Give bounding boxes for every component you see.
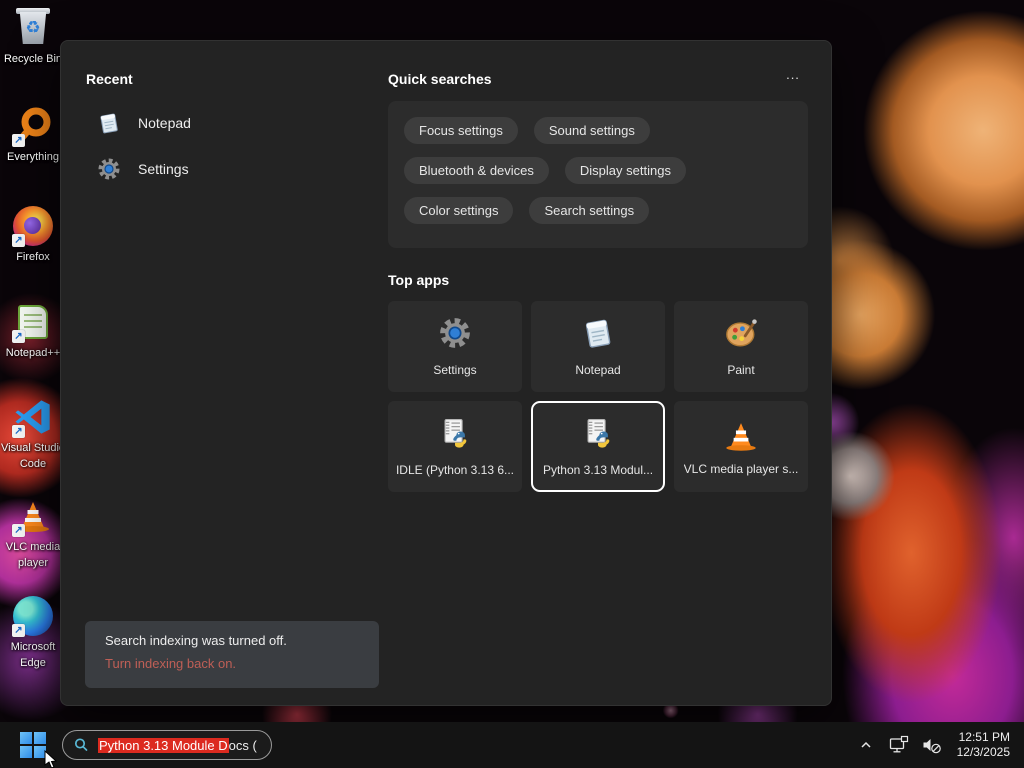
desktop-icon-visual-studio-code[interactable]: ↗ Visual Studio Code [1,395,66,471]
recent-item-notepad[interactable]: Notepad [77,103,377,143]
desktop-icon-label: Edge [20,657,46,669]
desktop-icon-label: player [18,557,48,569]
top-app-tile-idle-python[interactable]: IDLE (Python 3.13 6... [388,401,522,492]
python-document-icon [581,416,615,455]
desktop-icon-edge[interactable]: ↗ Microsoft Edge [2,594,64,670]
tray-volume-muted-icon[interactable] [920,729,944,761]
recent-item-label: Settings [138,161,189,177]
desktop-icon-everything[interactable]: ↗ Everything [2,104,64,164]
top-app-label: Settings [433,363,477,377]
screen: ♻ Recycle Bin ↗ Everything ↗ Firefox ↗ N… [0,0,1024,768]
shortcut-arrow-icon: ↗ [12,524,25,537]
top-app-tile-settings[interactable]: Settings [388,301,522,392]
top-app-label: Notepad [575,363,621,377]
desktop-icon-notepad-plus-plus[interactable]: ↗ Notepad++ [2,300,64,360]
everything-search-icon: ↗ [11,104,55,148]
quick-search-pill[interactable]: Search settings [529,197,650,224]
recent-item-label: Notepad [138,115,191,131]
quick-search-pill[interactable]: Bluetooth & devices [404,157,549,184]
quick-search-pill[interactable]: Focus settings [404,117,518,144]
system-tray: 12:51 PM 12/3/2025 [854,728,1024,762]
quick-searches-card: Focus settings Sound settings Bluetooth … [388,101,808,248]
top-app-label: Paint [727,363,755,377]
quick-search-pill[interactable]: Display settings [564,157,686,184]
tray-chevron-up-icon[interactable] [854,729,878,761]
quick-searches-title: Quick searches [388,71,492,87]
tray-display-hardware-icon[interactable] [887,729,911,761]
search-indexing-notice: Search indexing was turned off. Turn ind… [85,621,379,688]
taskbar: Python 3.13 Module Docs (12:51 PM 12/3/… [0,722,1024,768]
tray-time: 12:51 PM [958,730,1010,744]
top-app-tile-notepad[interactable]: Notepad [531,301,665,392]
search-text-rest: ocs ( [228,737,257,753]
settings-gear-icon [438,316,472,355]
desktop-icon-label: Recycle Bin [3,53,63,65]
top-app-label: VLC media player s... [683,461,799,476]
edge-icon: ↗ [11,594,55,638]
top-app-tile-python-module-docs[interactable]: Python 3.13 Modul... [531,401,665,492]
top-app-tile-vlc[interactable]: VLC media player s... [674,401,808,492]
vlc-cone-icon: ↗ [11,494,55,538]
settings-gear-icon [96,156,122,182]
desktop-icon-label: Visual Studio [1,442,66,454]
desktop-icon-recycle-bin[interactable]: ♻ Recycle Bin [2,6,64,66]
top-apps-title: Top apps [388,272,450,288]
taskbar-search-box[interactable]: Python 3.13 Module Docs ( [62,730,272,760]
desktop-icon-label: Microsoft [10,641,56,653]
notepad-plus-plus-icon: ↗ [11,300,55,344]
vscode-icon: ↗ [11,395,55,439]
desktop-icon-label: Code [19,458,47,470]
desktop-icon-vlc[interactable]: ↗ VLC media player [2,494,64,570]
desktop-icon-label: VLC media [5,541,61,553]
search-flyout-panel: Recent Notepad Settings Quick searches .… [60,40,832,706]
firefox-icon: ↗ [11,204,55,248]
desktop-icon-label: Firefox [16,251,50,263]
shortcut-arrow-icon: ↗ [12,624,25,637]
recent-item-settings[interactable]: Settings [77,149,377,189]
paint-palette-icon [724,316,758,355]
search-input-text[interactable]: Python 3.13 Module Docs ( [98,737,257,753]
windows-logo-icon [20,732,46,758]
vlc-cone-icon [725,419,756,452]
search-icon [73,737,89,753]
quick-searches-more-button[interactable]: ... [779,67,807,87]
tray-date: 12/3/2025 [956,745,1010,759]
tray-clock[interactable]: 12:51 PM 12/3/2025 [953,728,1014,762]
recycle-bin-icon: ♻ [11,6,55,50]
python-document-icon [438,416,472,455]
recent-section-title: Recent [86,71,133,87]
notepad-icon [581,316,615,355]
desktop-icon-label: Notepad++ [5,347,61,359]
shortcut-arrow-icon: ↗ [12,425,25,438]
shortcut-arrow-icon: ↗ [12,330,25,343]
start-button[interactable] [17,729,49,761]
notepad-icon [96,110,122,136]
indexing-notice-text: Search indexing was turned off. [105,633,287,648]
top-app-tile-paint[interactable]: Paint [674,301,808,392]
top-app-label: IDLE (Python 3.13 6... [395,463,515,477]
quick-search-pill[interactable]: Color settings [404,197,514,224]
search-text-selected: Python 3.13 Module D [98,737,229,753]
shortcut-arrow-icon: ↗ [12,134,25,147]
quick-search-pill[interactable]: Sound settings [533,117,650,144]
desktop-icon-firefox[interactable]: ↗ Firefox [2,204,64,264]
turn-indexing-on-link[interactable]: Turn indexing back on. [105,656,359,671]
shortcut-arrow-icon: ↗ [12,234,25,247]
top-app-label: Python 3.13 Modul... [542,463,654,477]
top-apps-grid: Settings Notepad Paint IDLE (Python 3.13… [388,301,808,492]
desktop-icon-label: Everything [7,151,59,163]
